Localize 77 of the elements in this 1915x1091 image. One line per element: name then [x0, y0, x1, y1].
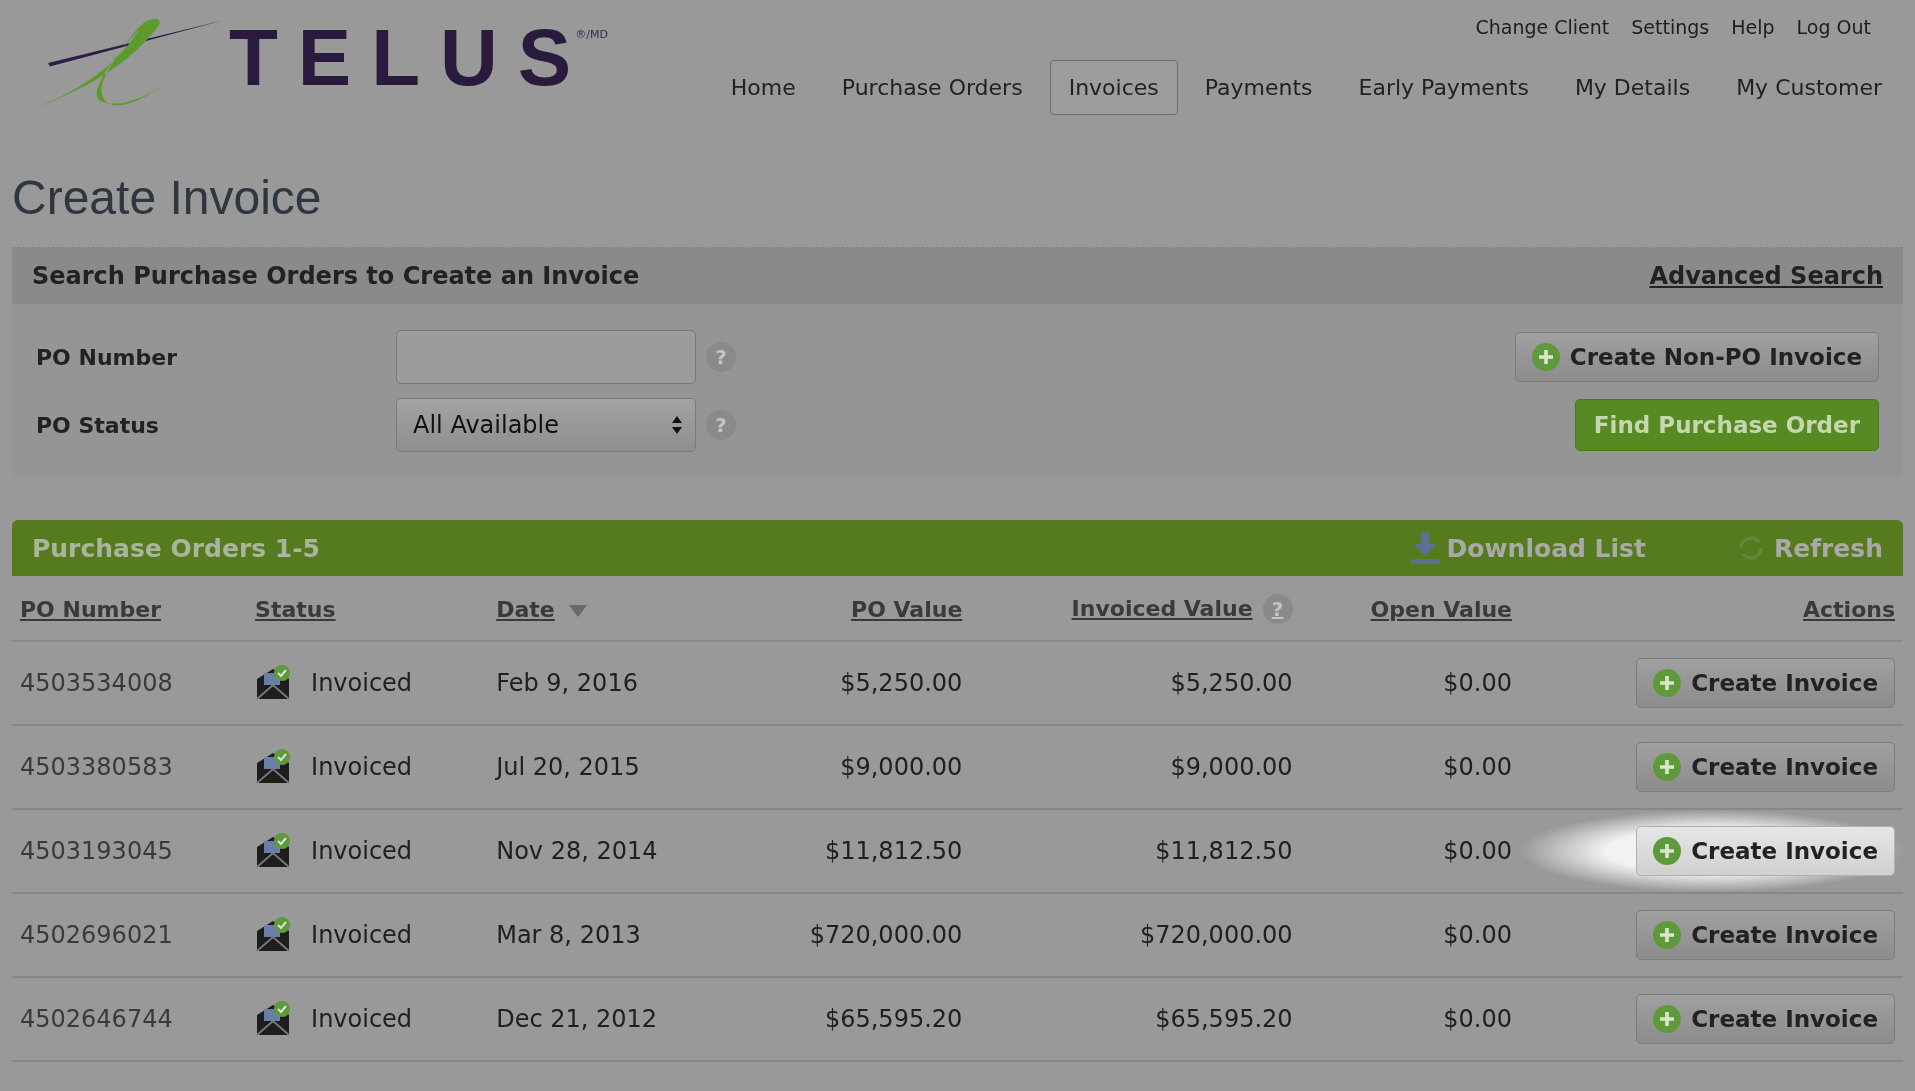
table-cell: 4502646744	[12, 977, 248, 1061]
nav-tab[interactable]: Early Payments	[1339, 60, 1548, 115]
plus-icon	[1653, 1005, 1682, 1033]
advanced-search-link[interactable]: Advanced Search	[1649, 262, 1883, 290]
status-text: Invoiced	[311, 1005, 413, 1033]
find-purchase-order-button[interactable]: Find Purchase Order	[1574, 399, 1879, 451]
plus-icon	[1653, 921, 1682, 949]
field-label: PO Number	[36, 344, 178, 370]
table-cell: Jul 20, 2015	[488, 725, 736, 809]
po-number-field[interactable]	[396, 330, 696, 384]
plus-icon	[1653, 753, 1682, 781]
status-text: Invoiced	[311, 921, 413, 949]
table-cell: Dec 21, 2012	[488, 977, 736, 1061]
envelope-check-icon	[255, 833, 292, 869]
column-header[interactable]: Open Value	[1370, 596, 1513, 622]
create-non-po-invoice-button[interactable]: Create Non-PO Invoice	[1514, 332, 1879, 382]
trademark-mark: ®/MD	[575, 28, 608, 41]
status-text: Invoiced	[311, 837, 413, 865]
utility-link[interactable]: Log Out	[1796, 16, 1871, 38]
table-cell: $0.00	[1300, 641, 1521, 725]
create-invoice-button[interactable]: Create Invoice	[1636, 994, 1895, 1044]
envelope-check-icon	[255, 665, 292, 701]
download-icon	[1410, 532, 1439, 564]
table-cell: Mar 8, 2013	[488, 893, 736, 977]
table-cell: 4503193045	[12, 809, 248, 893]
column-header[interactable]: PO Value	[851, 596, 963, 622]
plus-icon	[1653, 669, 1682, 697]
page-title: Create Invoice	[12, 170, 323, 225]
table-cell: $11,812.50	[970, 809, 1301, 893]
table-cell: 4502696021	[12, 893, 248, 977]
nav-tab[interactable]: Invoices	[1049, 60, 1178, 115]
table-cell: $65,595.20	[970, 977, 1301, 1061]
table-cell: $9,000.00	[735, 725, 971, 809]
plus-icon	[1653, 837, 1682, 865]
utility-link[interactable]: Settings	[1631, 16, 1710, 38]
panel-title: Search Purchase Orders to Create an Invoice	[32, 262, 640, 290]
table-cell: Nov 28, 2014	[488, 809, 736, 893]
create-invoice-button[interactable]: Create Invoice	[1636, 910, 1895, 960]
create-invoice-button[interactable]: Create Invoice	[1636, 826, 1895, 876]
table-cell: $65,595.20	[735, 977, 971, 1061]
dropdown-arrows-icon	[671, 415, 683, 435]
table-cell: $0.00	[1300, 725, 1521, 809]
field-label: PO Status	[36, 412, 160, 438]
create-invoice-button[interactable]: Create Invoice	[1636, 742, 1895, 792]
table-cell: $0.00	[1300, 977, 1521, 1061]
nav-tab[interactable]: Home	[711, 60, 815, 115]
table-cell: $720,000.00	[970, 893, 1301, 977]
nav-tab[interactable]: My Customer	[1717, 60, 1901, 115]
table-cell: Feb 9, 2016	[488, 641, 736, 725]
envelope-check-icon	[255, 1001, 292, 1037]
nav-tab[interactable]: My Details	[1555, 60, 1710, 115]
column-header[interactable]: Invoiced Value	[1071, 596, 1253, 621]
list-title: Purchase Orders 1-5	[32, 533, 321, 563]
plus-icon	[1531, 343, 1560, 371]
status-text: Invoiced	[311, 669, 413, 697]
table-cell: $5,250.00	[970, 641, 1301, 725]
envelope-check-icon	[255, 917, 292, 953]
nav-tab[interactable]: Purchase Orders	[822, 60, 1042, 115]
table-cell: $11,812.50	[735, 809, 971, 893]
sort-arrow-icon[interactable]	[568, 604, 587, 617]
utility-link[interactable]: Change Client	[1475, 16, 1610, 38]
table-cell: $0.00	[1300, 893, 1521, 977]
column-header[interactable]: Date	[496, 596, 555, 622]
table-cell: $5,250.00	[735, 641, 971, 725]
column-header[interactable]: Status	[255, 596, 336, 622]
status-text: Invoiced	[311, 753, 413, 781]
table-cell: $9,000.00	[970, 725, 1301, 809]
envelope-check-icon	[255, 749, 292, 785]
table-cell: $720,000.00	[735, 893, 971, 977]
create-invoice-button[interactable]: Create Invoice	[1636, 658, 1895, 708]
po-status-dropdown[interactable]: All Available	[396, 398, 696, 452]
table-cell: 4503380583	[12, 725, 248, 809]
table-cell: 4503534008	[12, 641, 248, 725]
nav-tab[interactable]: Payments	[1185, 60, 1332, 115]
utility-link[interactable]: Help	[1731, 16, 1775, 38]
column-header[interactable]: PO Number	[20, 596, 161, 622]
column-header[interactable]: Actions	[1803, 596, 1895, 622]
